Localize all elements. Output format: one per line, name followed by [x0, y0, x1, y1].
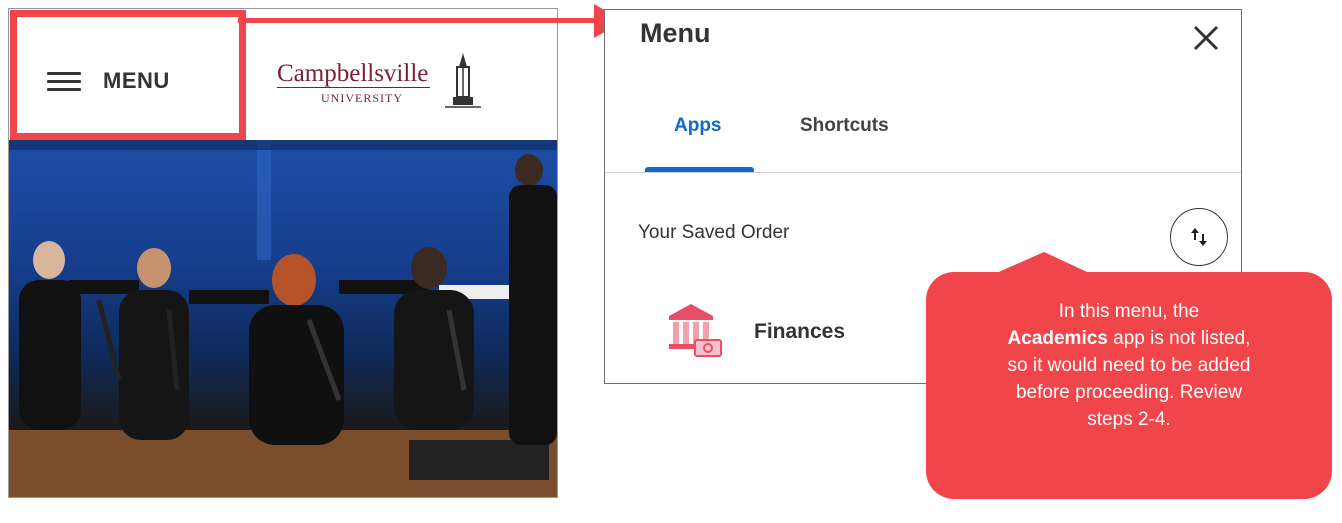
sort-arrows-icon — [1191, 228, 1207, 246]
app-item-finances[interactable]: Finances — [665, 302, 965, 362]
callout-bold-word: Academics — [1007, 328, 1108, 349]
callout-line-3: so it would need to be added — [1007, 355, 1251, 376]
tower-icon — [445, 53, 481, 108]
band-concert-photo — [9, 140, 557, 497]
reorder-button[interactable] — [1170, 208, 1228, 266]
close-button[interactable] — [1190, 22, 1222, 54]
callout-line-5: steps 2-4. — [1087, 409, 1171, 430]
mobile-header: MENU Campbellsville UNIVERSITY — [9, 9, 557, 140]
annotation-arrow-line — [238, 18, 598, 23]
tab-shortcuts[interactable]: Shortcuts — [800, 115, 889, 137]
callout-line-2: Academics app is not listed, — [956, 325, 1302, 352]
logo-name: Campbellsville — [277, 60, 431, 88]
callout-line-2-rest: app is not listed, — [1107, 328, 1251, 349]
tab-apps[interactable]: Apps — [674, 115, 722, 137]
menu-panel-title: Menu — [640, 18, 711, 48]
close-icon — [1193, 25, 1219, 51]
menu-button-label: MENU — [103, 68, 170, 93]
mobile-home-page: MENU Campbellsville UNIVERSITY — [8, 8, 558, 498]
tab-divider — [605, 172, 1241, 173]
callout-line-1: In this menu, the — [1058, 301, 1200, 322]
logo-subtitle: UNIVERSITY — [321, 91, 403, 105]
university-logo[interactable]: Campbellsville UNIVERSITY — [277, 51, 487, 109]
annotation-callout: In this menu, the Academics app is not l… — [926, 272, 1332, 499]
app-label-finances: Finances — [754, 320, 846, 343]
bank-icon — [669, 304, 722, 357]
hamburger-icon — [47, 69, 83, 93]
menu-button[interactable]: MENU — [47, 61, 170, 101]
callout-line-4: before proceeding. Review — [1015, 382, 1243, 403]
saved-order-label: Your Saved Order — [638, 222, 790, 243]
